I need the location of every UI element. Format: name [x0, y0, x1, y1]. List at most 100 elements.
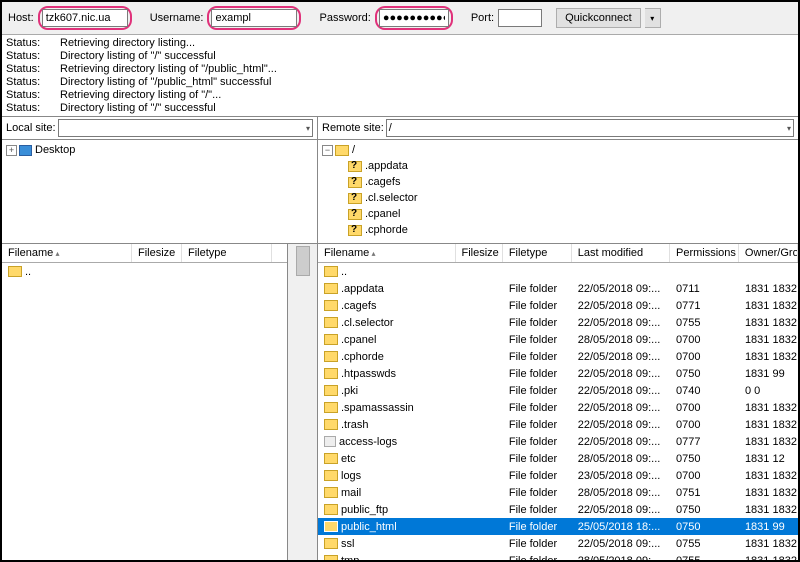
- column-header[interactable]: Filename: [2, 244, 132, 262]
- desktop-icon: [19, 145, 32, 156]
- folder-icon: [8, 266, 22, 277]
- list-item[interactable]: tmpFile folder28/05/2018 09:...07551831 …: [318, 552, 798, 560]
- log-message: Directory listing of "/" successful: [60, 50, 216, 63]
- tree-node-label[interactable]: .cpanel: [365, 208, 400, 220]
- list-item[interactable]: ..: [318, 263, 798, 280]
- list-item[interactable]: .pkiFile folder22/05/2018 09:...07400 0: [318, 382, 798, 399]
- folder-icon: [324, 504, 338, 515]
- folder-icon: [324, 419, 338, 430]
- tree-node-label: Desktop: [35, 144, 75, 156]
- log-label: Status:: [6, 37, 60, 50]
- list-item[interactable]: .cagefsFile folder22/05/2018 09:...07711…: [318, 297, 798, 314]
- connection-toolbar: Host: Username: Password: Port: Quickcon…: [2, 2, 798, 35]
- chevron-down-icon: ▾: [787, 124, 791, 133]
- username-highlight: [207, 6, 301, 30]
- log-label: Status:: [6, 102, 60, 115]
- list-item[interactable]: .trashFile folder22/05/2018 09:...070018…: [318, 416, 798, 433]
- tree-node-label[interactable]: .appdata: [365, 160, 408, 172]
- folder-icon: [324, 351, 338, 362]
- folder-icon: [324, 555, 338, 560]
- log-label: Status:: [6, 89, 60, 102]
- quickconnect-button[interactable]: Quickconnect: [556, 8, 641, 28]
- host-label: Host:: [8, 12, 34, 24]
- log-message: Directory listing of "/public_html" succ…: [60, 76, 271, 89]
- column-header[interactable]: Filetype: [503, 244, 572, 262]
- file-icon: [324, 436, 336, 447]
- unknown-folder-icon: [348, 209, 362, 220]
- column-header[interactable]: Filesize: [132, 244, 182, 262]
- log-message: Retrieving directory listing...: [60, 37, 195, 50]
- column-header[interactable]: Filename: [318, 244, 456, 262]
- log-message: Directory listing of "/" successful: [60, 102, 216, 115]
- list-item[interactable]: public_ftpFile folder22/05/2018 09:...07…: [318, 501, 798, 518]
- chevron-down-icon: ▾: [306, 124, 310, 133]
- folder-icon: [324, 300, 338, 311]
- local-site-combo[interactable]: ▾: [58, 119, 313, 137]
- list-item[interactable]: .htpasswdsFile folder22/05/2018 09:...07…: [318, 365, 798, 382]
- list-item[interactable]: .cpanelFile folder28/05/2018 09:...07001…: [318, 331, 798, 348]
- scrollbar-thumb[interactable]: [296, 246, 310, 276]
- password-input[interactable]: [379, 9, 449, 27]
- expand-icon[interactable]: +: [6, 145, 17, 156]
- tree-node-label: /: [352, 144, 355, 156]
- list-item[interactable]: logsFile folder23/05/2018 09:...07001831…: [318, 467, 798, 484]
- remote-file-list[interactable]: FilenameFilesizeFiletypeLast modifiedPer…: [318, 244, 798, 560]
- password-label: Password:: [319, 12, 370, 24]
- directory-trees: + Desktop − / .appdata .cagefs .cl.selector.…: [2, 140, 798, 244]
- remote-site-combo[interactable]: / ▾: [386, 119, 794, 137]
- remote-tree[interactable]: − / .appdata .cagefs .cl.selector .cpanel .cph…: [318, 140, 798, 243]
- folder-icon: [324, 368, 338, 379]
- quickconnect-dropdown[interactable]: ▾: [645, 8, 661, 28]
- folder-icon: [324, 470, 338, 481]
- local-scrollbar[interactable]: [288, 244, 318, 560]
- folder-icon: [335, 145, 349, 156]
- port-input[interactable]: [498, 9, 542, 27]
- password-highlight: [375, 6, 453, 30]
- list-item[interactable]: sslFile folder22/05/2018 09:...07551831 …: [318, 535, 798, 552]
- list-item[interactable]: public_htmlFile folder25/05/2018 18:...0…: [318, 518, 798, 535]
- folder-icon: [324, 283, 338, 294]
- list-item[interactable]: ..: [2, 263, 287, 280]
- username-input[interactable]: [211, 9, 297, 27]
- port-label: Port:: [471, 12, 494, 24]
- list-item[interactable]: mailFile folder28/05/2018 09:...07511831…: [318, 484, 798, 501]
- site-bar: Local site: ▾ Remote site: / ▾: [2, 117, 798, 140]
- transfer-log[interactable]: Status:Retrieving directory listing...St…: [2, 35, 798, 117]
- remote-site-value: /: [389, 122, 392, 134]
- folder-icon: [324, 487, 338, 498]
- column-header[interactable]: Owner/Gro: [739, 244, 798, 262]
- log-message: Retrieving directory listing of "/"...: [60, 89, 221, 102]
- column-header[interactable]: Permissions: [670, 244, 739, 262]
- username-label: Username:: [150, 12, 204, 24]
- folder-icon: [324, 266, 338, 277]
- list-item[interactable]: .appdataFile folder22/05/2018 09:...0711…: [318, 280, 798, 297]
- tree-node-label[interactable]: .cphorde: [365, 224, 408, 236]
- unknown-folder-icon: [348, 177, 362, 188]
- column-header[interactable]: Last modified: [572, 244, 670, 262]
- folder-icon: [324, 385, 338, 396]
- local-site-label: Local site:: [6, 122, 56, 134]
- log-label: Status:: [6, 50, 60, 63]
- remote-site-label: Remote site:: [322, 122, 384, 134]
- local-file-list[interactable]: FilenameFilesizeFiletype ..: [2, 244, 288, 560]
- list-item[interactable]: .cl.selectorFile folder22/05/2018 09:...…: [318, 314, 798, 331]
- column-header[interactable]: Filesize: [456, 244, 503, 262]
- host-highlight: [38, 6, 132, 30]
- tree-node-label[interactable]: .cagefs: [365, 176, 400, 188]
- log-label: Status:: [6, 63, 60, 76]
- file-lists: FilenameFilesizeFiletype .. FilenameFile…: [2, 244, 798, 560]
- tree-node-label[interactable]: .cl.selector: [365, 192, 418, 204]
- list-item[interactable]: .spamassassinFile folder22/05/2018 09:..…: [318, 399, 798, 416]
- list-item[interactable]: access-logsFile folder22/05/2018 09:...0…: [318, 433, 798, 450]
- log-label: Status:: [6, 76, 60, 89]
- list-item[interactable]: .cphordeFile folder22/05/2018 09:...0700…: [318, 348, 798, 365]
- collapse-icon[interactable]: −: [322, 145, 333, 156]
- host-input[interactable]: [42, 9, 128, 27]
- unknown-folder-icon: [348, 193, 362, 204]
- list-item[interactable]: etcFile folder28/05/2018 09:...07501831 …: [318, 450, 798, 467]
- local-tree[interactable]: + Desktop: [2, 140, 318, 243]
- column-header[interactable]: Filetype: [182, 244, 272, 262]
- unknown-folder-icon: [348, 225, 362, 236]
- folder-icon: [324, 538, 338, 549]
- folder-icon: [324, 317, 338, 328]
